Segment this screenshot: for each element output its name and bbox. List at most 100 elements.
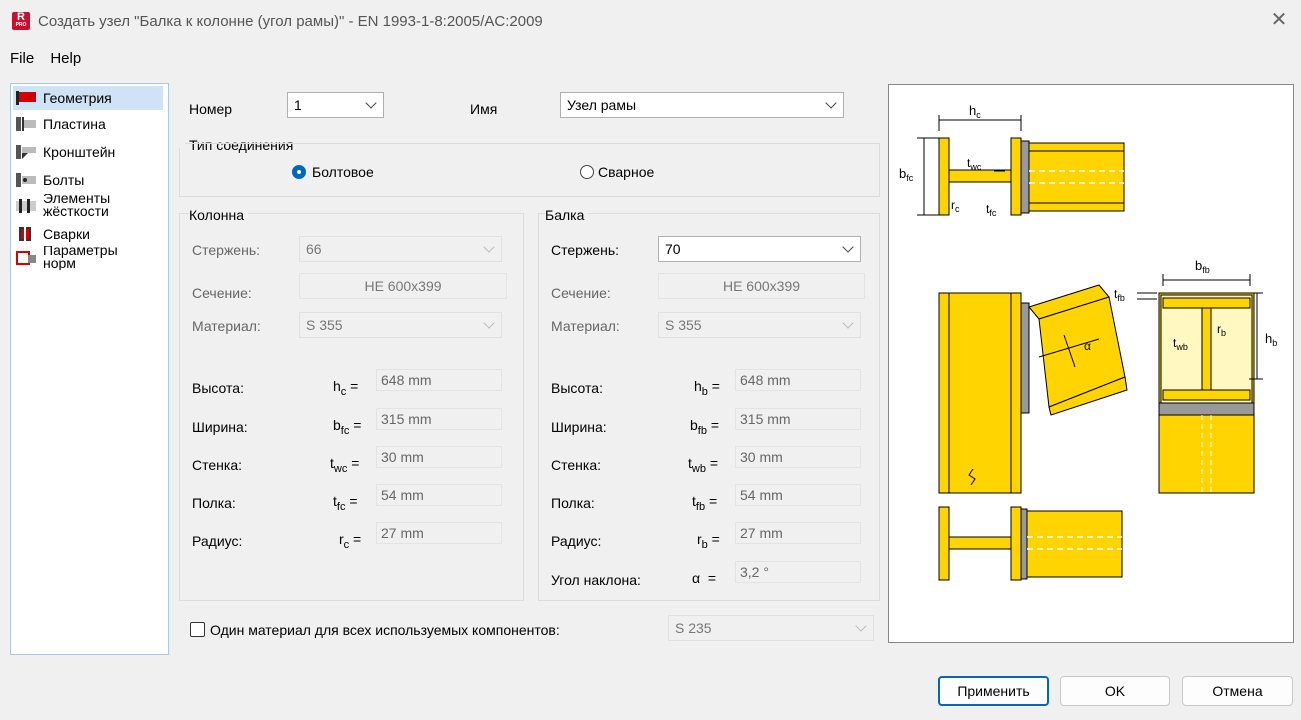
column-material-label: Материал: (192, 318, 261, 334)
chevron-down-icon (842, 317, 854, 329)
beam-height-label: Высота: (551, 380, 603, 396)
beam-angle-symbol: α = (692, 570, 717, 586)
menu-file[interactable]: File (10, 50, 34, 67)
diagram-hb-label: hb (1265, 331, 1277, 348)
sidebar-item-code-params[interactable]: Параметры норм (13, 246, 163, 270)
chevron-down-icon (365, 97, 377, 109)
sidebar-item-plate[interactable]: Пластина (13, 112, 163, 136)
welded-radio[interactable] (580, 165, 594, 179)
plate-icon (16, 117, 36, 131)
beam-radius-symbol: rb = (697, 531, 720, 551)
diagram-tfb-label: tfb (1114, 287, 1125, 303)
diagram-hc-label: hc (969, 103, 981, 120)
sidebar: Геометрия Пластина Кронштейн Болты Элеме… (10, 83, 169, 655)
beam-material-label: Материал: (551, 318, 620, 334)
weld-icon (19, 227, 31, 241)
bolts-icon (16, 173, 36, 187)
single-material-select[interactable]: S 235 (668, 615, 874, 641)
name-label: Имя (470, 101, 498, 117)
menu-help[interactable]: Help (50, 50, 81, 67)
column-width-field[interactable]: 315 mm (376, 408, 502, 430)
beam-angle-label: Угол наклона: (551, 572, 641, 588)
column-web-field[interactable]: 30 mm (376, 446, 502, 468)
beam-flange-field[interactable]: 54 mm (735, 484, 861, 506)
beam-width-symbol: bfb = (690, 417, 720, 437)
single-material-label: Один материал для всех используемых комп… (210, 622, 560, 638)
chevron-down-icon (855, 620, 867, 632)
sidebar-item-geometry[interactable]: Геометрия (13, 86, 163, 110)
chevron-down-icon (483, 317, 495, 329)
red-flag-icon (16, 91, 36, 105)
bolted-label[interactable]: Болтовое (312, 164, 374, 180)
title-bar: R PRO Создать узел "Балка к колонне (угол… (0, 0, 1301, 44)
column-radius-field[interactable]: 27 mm (376, 522, 502, 544)
beam-web-symbol: twb = (688, 455, 719, 475)
beam-height-field[interactable]: 648 mm (735, 369, 861, 391)
column-radius-label: Радиус: (192, 533, 243, 549)
beam-end-diagram: bfb hb tfb twb rb (1114, 258, 1277, 494)
column-width-symbol: bfc = (333, 417, 362, 437)
column-title: Колонна (189, 207, 248, 223)
sidebar-item-stiffeners[interactable]: Элементы жёсткости (13, 194, 163, 218)
column-height-symbol: hc = (333, 378, 359, 398)
column-flange-field[interactable]: 54 mm (376, 484, 502, 506)
column-web-symbol: twc = (330, 455, 360, 475)
beam-section-label: Сечение: (551, 285, 611, 301)
column-section-diagram: hc bfc twc rc tfc (899, 103, 1125, 218)
beam-radius-field[interactable]: 27 mm (735, 522, 861, 544)
welded-variant-diagram (938, 506, 1123, 581)
connection-diagram: hc bfc twc rc tfc α bfb hb tfb twb rb (899, 103, 1277, 581)
welded-label[interactable]: Сварное (598, 164, 654, 180)
window-title: Создать узел "Балка к колонне (угол рамы… (38, 13, 543, 30)
chevron-down-icon (825, 97, 837, 109)
diagram-tfc-label: tfc (986, 202, 997, 218)
column-width-label: Ширина: (192, 419, 248, 435)
beam-width-label: Ширина: (551, 419, 607, 435)
ok-button[interactable]: OK (1060, 676, 1170, 706)
diagram-rc-label: rc (951, 198, 960, 214)
beam-title: Балка (545, 207, 589, 223)
beam-web-label: Стенка: (551, 457, 601, 473)
sidebar-item-bracket[interactable]: Кронштейн (13, 140, 163, 164)
robot-app-icon: R PRO (12, 12, 30, 30)
connection-preview: hc bfc twc rc tfc α bfb hb tfb twb rb (888, 84, 1294, 643)
chevron-down-icon (842, 241, 854, 253)
column-height-label: Высота: (192, 380, 244, 396)
column-member-label: Стержень: (192, 242, 261, 258)
number-select[interactable]: 1 (287, 92, 384, 118)
diagram-bfb-label: bfb (1195, 258, 1210, 275)
beam-angle-field[interactable]: 3,2 ° (735, 561, 861, 583)
column-elevation-diagram: α (938, 284, 1128, 494)
column-web-label: Стенка: (192, 457, 242, 473)
diagram-twc-label: twc (967, 156, 982, 172)
column-radius-symbol: rc = (339, 531, 362, 551)
beam-web-field[interactable]: 30 mm (735, 446, 861, 468)
column-member-select[interactable]: 66 (299, 236, 502, 262)
beam-flange-symbol: tfb = (692, 493, 718, 513)
code-params-icon (16, 251, 36, 265)
sidebar-item-bolts[interactable]: Болты (13, 168, 163, 192)
column-material-select[interactable]: S 355 (299, 312, 502, 338)
number-label: Номер (189, 101, 233, 117)
close-icon[interactable]: ✕ (1267, 8, 1291, 32)
apply-button[interactable]: Применить (938, 676, 1049, 706)
beam-flange-label: Полка: (551, 495, 595, 511)
beam-member-label: Стержень: (551, 242, 620, 258)
beam-width-field[interactable]: 315 mm (735, 408, 861, 430)
cancel-button[interactable]: Отмена (1182, 676, 1293, 706)
beam-material-select[interactable]: S 355 (658, 312, 861, 338)
beam-section-field[interactable]: HE 600x399 (658, 273, 865, 299)
beam-height-symbol: hb = (694, 378, 720, 398)
column-section-field[interactable]: HE 600x399 (299, 273, 507, 299)
diagram-bfc-label: bfc (899, 166, 914, 183)
connection-type-group (179, 143, 880, 197)
name-select[interactable]: Узел рамы (560, 92, 844, 118)
bolted-radio[interactable] (292, 165, 306, 179)
column-flange-symbol: tfc = (333, 493, 358, 513)
column-height-field[interactable]: 648 mm (376, 369, 502, 391)
column-section-label: Сечение: (192, 285, 252, 301)
beam-radius-label: Радиус: (551, 533, 602, 549)
sidebar-item-welds[interactable]: Сварки (13, 222, 163, 246)
single-material-checkbox[interactable] (190, 622, 205, 637)
beam-member-select[interactable]: 70 (658, 236, 861, 262)
